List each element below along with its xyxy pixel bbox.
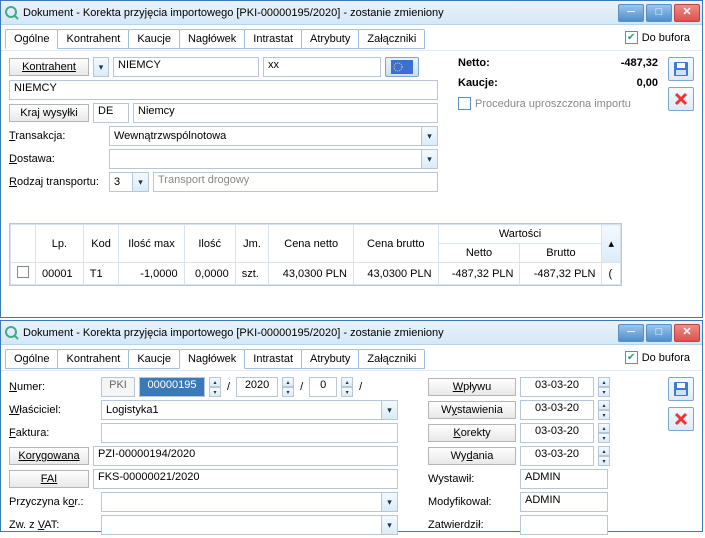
wystawienia-date[interactable]: 03-03-20	[520, 400, 594, 420]
faktura-label: Faktura:	[9, 427, 97, 439]
transakcja-label: Transakcja:	[9, 130, 105, 142]
zatwierdzil-label: Zatwierdził:	[428, 519, 516, 531]
tabs-1: Ogólne Kontrahent Kaucje Nagłówek Intras…	[5, 28, 424, 48]
transakcja-dropdown[interactable]: Wewnątrzwspólnotowa▾	[109, 126, 438, 146]
do-bufora-checkbox[interactable]: ✔ Do bufora	[625, 31, 690, 44]
kaucje-label: Kaucje:	[458, 77, 498, 89]
wydania-date[interactable]: 03-03-20	[520, 446, 594, 466]
numer-label: Numer:	[9, 381, 97, 393]
wystawil-value: ADMIN	[520, 469, 608, 489]
do-bufora-checkbox-2[interactable]: ✔ Do bufora	[625, 351, 690, 364]
tab-atrybuty[interactable]: Atrybuty	[301, 29, 359, 49]
dostawa-label: Dostawa:	[9, 153, 105, 165]
maximize-button[interactable]: □	[646, 324, 672, 342]
kraj-name-input[interactable]: Niemcy	[133, 103, 438, 123]
zwvat-dropdown[interactable]: ▾	[101, 515, 398, 535]
wydania-spinner[interactable]: ▴▾	[598, 446, 610, 466]
numer-zero-spinner[interactable]: ▴▾	[341, 377, 353, 397]
wystawil-label: Wystawił:	[428, 473, 516, 485]
netto-label: Netto:	[458, 57, 490, 69]
close-button[interactable]: ✕	[674, 4, 700, 22]
numer-seq-input[interactable]: 00000195	[139, 377, 205, 397]
numer-year-spinner[interactable]: ▴▾	[282, 377, 294, 397]
numer-seq-spinner[interactable]: ▴▾	[209, 377, 221, 397]
rodzaj-transportu-label: Rodzaj transportu:	[9, 176, 105, 188]
close-button[interactable]: ✕	[674, 324, 700, 342]
wlasciciel-dropdown[interactable]: Logistyka1▾	[101, 400, 398, 420]
dostawa-dropdown[interactable]: ▾	[109, 149, 438, 169]
minimize-button[interactable]: ─	[618, 4, 644, 22]
tab-intrastat-2[interactable]: Intrastat	[244, 349, 302, 369]
kaucje-value: 0,00	[637, 77, 658, 89]
tab-naglowek[interactable]: Nagłówek	[179, 29, 245, 49]
kontrahent-name-input[interactable]: NIEMCY	[9, 80, 438, 100]
numer-code: PKI	[101, 377, 135, 397]
tab-kaucje-2[interactable]: Kaucje	[128, 349, 180, 369]
tabs-2: Ogólne Kontrahent Kaucje Nagłówek Intras…	[5, 348, 424, 368]
kontrahent-xx-input[interactable]: xx	[263, 57, 381, 77]
titlebar-1: Dokument - Korekta przyjęcia importowego…	[1, 1, 702, 25]
korekty-date[interactable]: 03-03-20	[520, 423, 594, 443]
delete-button[interactable]	[668, 87, 694, 111]
modyfikowal-value: ADMIN	[520, 492, 608, 512]
tab-kontrahent[interactable]: Kontrahent	[57, 29, 129, 49]
window-title-1: Dokument - Korekta przyjęcia importowego…	[23, 7, 618, 19]
do-bufora-label-2: Do bufora	[642, 352, 690, 364]
tab-naglowek-2[interactable]: Nagłówek	[179, 349, 245, 369]
wplywu-date[interactable]: 03-03-20	[520, 377, 594, 397]
tab-zalaczniki-2[interactable]: Załączniki	[358, 349, 425, 369]
procedura-label: Procedura uproszczona importu	[475, 98, 631, 110]
rodzaj-num-dropdown[interactable]: 3▾	[109, 172, 149, 192]
korygowana-button[interactable]: Korygowana	[9, 447, 89, 465]
kraj-wysylki-button[interactable]: Kraj wysyłki	[9, 104, 89, 122]
maximize-button[interactable]: □	[646, 4, 672, 22]
rodzaj-text-display: Transport drogowy	[153, 172, 438, 192]
tab-kontrahent-2[interactable]: Kontrahent	[57, 349, 129, 369]
wydania-button[interactable]: Wydania	[428, 447, 516, 465]
fai-input[interactable]: FKS-00000021/2020	[93, 469, 398, 489]
kontrahent-dropdown-button[interactable]: ▾	[93, 57, 109, 77]
titlebar-2: Dokument - Korekta przyjęcia importowego…	[1, 321, 702, 345]
numer-year-input[interactable]: 2020	[236, 377, 278, 397]
wystawienia-spinner[interactable]: ▴▾	[598, 400, 610, 420]
kontrahent-code-input[interactable]: NIEMCY	[113, 57, 259, 77]
table-row[interactable]: 00001 T1 -1,0000 0,0000 szt. 43,0300 PLN…	[11, 263, 621, 285]
wplywu-spinner[interactable]: ▴▾	[598, 377, 610, 397]
procedura-checkbox[interactable]	[458, 97, 471, 110]
kontrahent-button[interactable]: Kontrahent	[9, 58, 89, 76]
do-bufora-label: Do bufora	[642, 32, 690, 44]
save-button-2[interactable]	[668, 377, 694, 401]
korekty-button[interactable]: Korekty	[428, 424, 516, 442]
tab-intrastat[interactable]: Intrastat	[244, 29, 302, 49]
kraj-code-input[interactable]: DE	[93, 103, 129, 123]
tab-ogolne-2[interactable]: Ogólne	[5, 349, 58, 369]
delete-button-2[interactable]	[668, 407, 694, 431]
przyczyna-label: Przyczyna kor.:	[9, 496, 97, 508]
faktura-input[interactable]	[101, 423, 398, 443]
netto-value: -487,32	[621, 57, 658, 69]
items-grid[interactable]: Lp. Kod Ilość max Ilość Jm. Cena netto C…	[9, 223, 622, 286]
tab-atrybuty-2[interactable]: Atrybuty	[301, 349, 359, 369]
wplywu-button[interactable]: Wpływu	[428, 378, 516, 396]
modyfikowal-label: Modyfikował:	[428, 496, 516, 508]
wlasciciel-label: Właściciel:	[9, 404, 97, 416]
minimize-button[interactable]: ─	[618, 324, 644, 342]
window-icon	[5, 326, 19, 340]
grid-scroll-up[interactable]: ▴	[602, 225, 621, 263]
korygowana-input[interactable]: PZI-00000194/2020	[93, 446, 398, 466]
save-button[interactable]	[668, 57, 694, 81]
tab-zalaczniki[interactable]: Załączniki	[358, 29, 425, 49]
numer-zero-input[interactable]: 0	[309, 377, 337, 397]
zatwierdzil-value	[520, 515, 608, 535]
window-icon	[5, 6, 19, 20]
fai-button[interactable]: FAI	[9, 470, 89, 488]
korekty-spinner[interactable]: ▴▾	[598, 423, 610, 443]
wystawienia-button[interactable]: Wystawienia	[428, 401, 516, 419]
przyczyna-dropdown[interactable]: ▾	[101, 492, 398, 512]
zwvat-label: Zw. z VAT:	[9, 519, 97, 531]
tab-kaucje[interactable]: Kaucje	[128, 29, 180, 49]
tab-ogolne[interactable]: Ogólne	[5, 29, 58, 49]
window-title-2: Dokument - Korekta przyjęcia importowego…	[23, 327, 618, 339]
flag-button[interactable]	[385, 57, 419, 77]
